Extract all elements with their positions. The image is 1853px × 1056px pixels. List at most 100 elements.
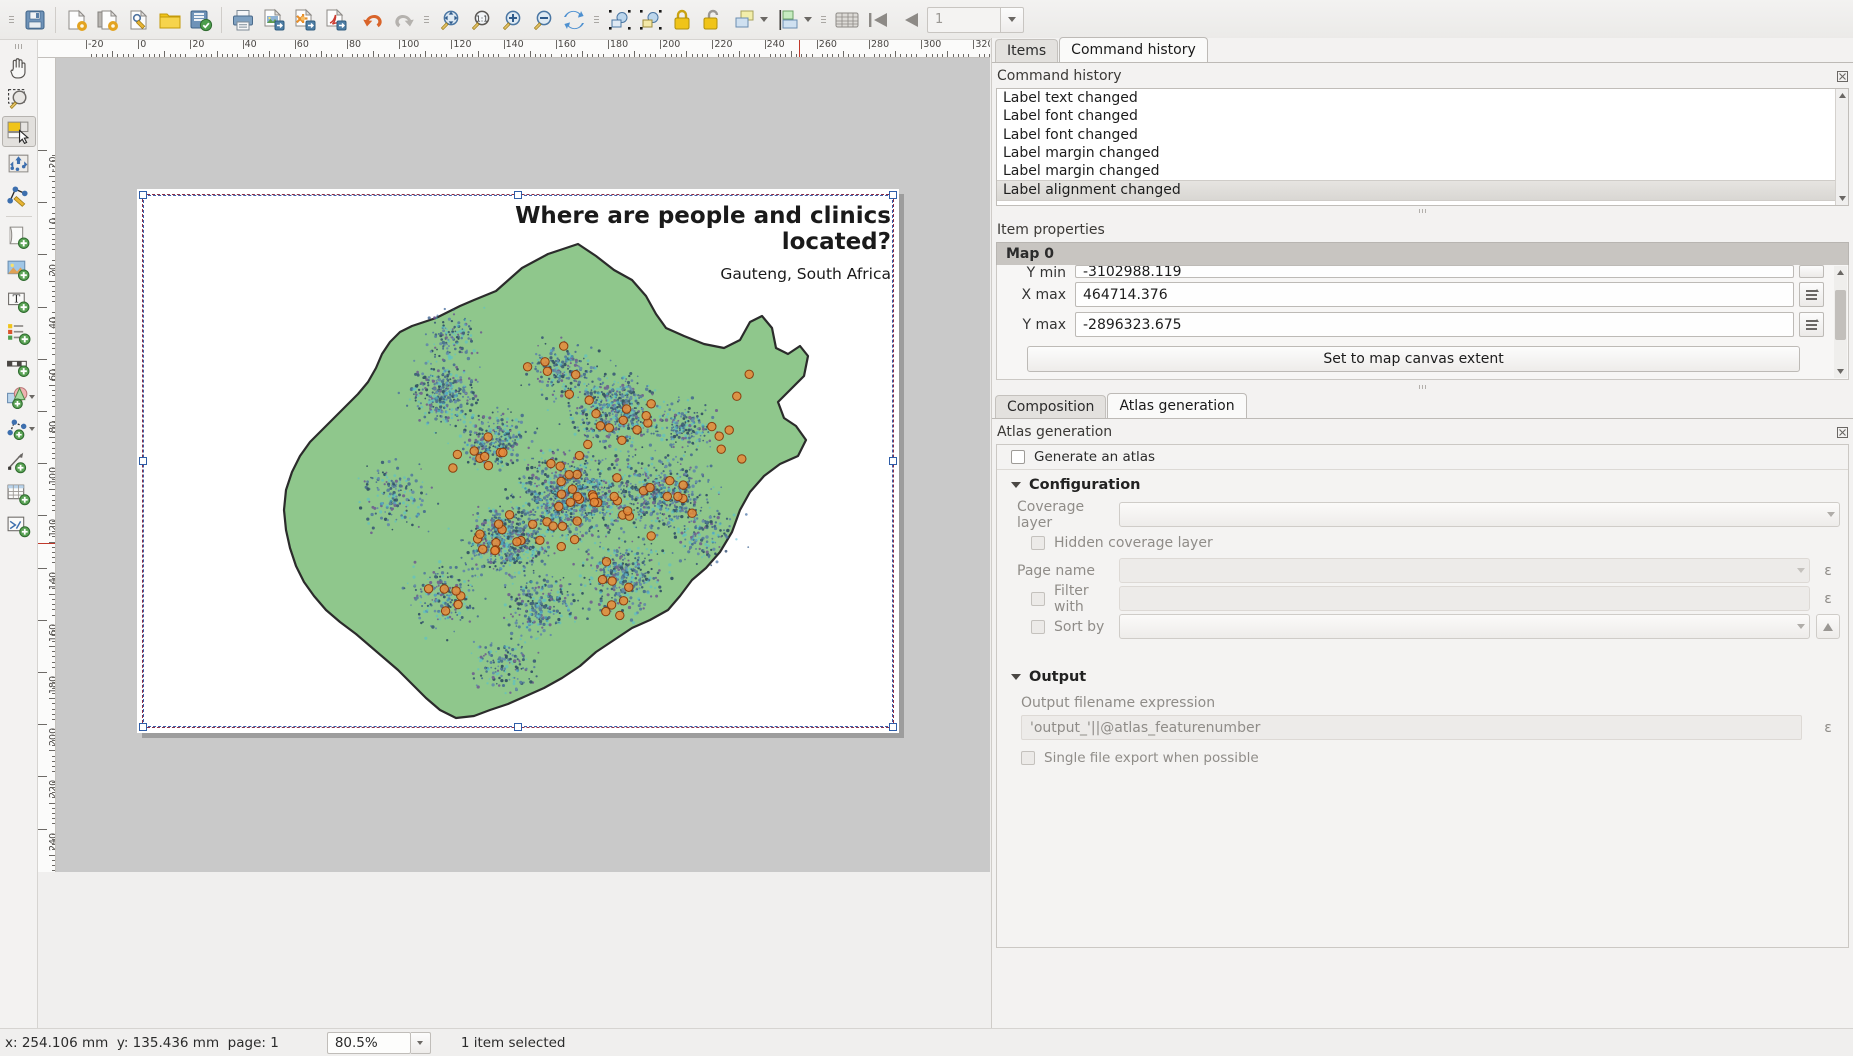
- zoom-tool-icon[interactable]: [2, 84, 36, 115]
- resize-handle-top-right[interactable]: [889, 191, 897, 199]
- output-header-row[interactable]: Output: [997, 662, 1848, 692]
- ymin-input[interactable]: -3102988.119: [1075, 265, 1794, 278]
- tab-command-history[interactable]: Command history: [1059, 37, 1208, 62]
- ymin-row[interactable]: Y min -3102988.119: [1005, 265, 1824, 278]
- xmax-input[interactable]: 464714.376: [1075, 282, 1794, 307]
- output-filename-expression-input[interactable]: 'output_'||@atlas_featurenumber: [1021, 715, 1802, 740]
- left-toolbar-grip[interactable]: [8, 42, 30, 51]
- page-number-value[interactable]: 1: [927, 6, 1000, 33]
- resize-handle-top-left[interactable]: [139, 191, 147, 199]
- edit-nodes-icon[interactable]: [2, 180, 36, 211]
- resize-handle-bottom-right[interactable]: [889, 723, 897, 731]
- pages-icon[interactable]: [831, 4, 862, 35]
- chevron-down-icon-coverage[interactable]: [1827, 512, 1835, 517]
- props-scroll-down-icon[interactable]: [1834, 365, 1847, 378]
- composer-manager-icon[interactable]: [123, 4, 154, 35]
- generate-atlas-row[interactable]: Generate an atlas: [997, 445, 1848, 469]
- filter-with-label-group[interactable]: Filter with: [1007, 583, 1119, 615]
- panel-splitter-1[interactable]: [992, 206, 1853, 216]
- sort-by-checkbox[interactable]: [1031, 619, 1045, 634]
- export-image-icon[interactable]: [258, 4, 289, 35]
- refresh-view-icon[interactable]: [558, 4, 589, 35]
- group-items-icon[interactable]: [604, 4, 635, 35]
- add-legend-icon[interactable]: [2, 318, 36, 349]
- ungroup-items-icon[interactable]: [635, 4, 666, 35]
- chevron-down-icon-2[interactable]: [803, 17, 812, 22]
- add-page-icon[interactable]: [2, 222, 36, 253]
- command-history-item[interactable]: Label margin changed: [997, 162, 1848, 180]
- ymin-data-defined-button[interactable]: [1799, 265, 1824, 278]
- resize-handle-bottom-left[interactable]: [139, 723, 147, 731]
- toolbar-grip-2[interactable]: [422, 9, 431, 31]
- zoom-level-combobox[interactable]: 80.5%: [279, 1031, 431, 1054]
- new-composer-icon[interactable]: [61, 4, 92, 35]
- output-filename-expression-icon[interactable]: ε: [1816, 715, 1840, 740]
- resize-handle-mid-right[interactable]: [889, 457, 897, 465]
- previous-page-icon[interactable]: [893, 4, 924, 35]
- scroll-down-icon[interactable]: [1836, 192, 1848, 205]
- close-icon-command-history[interactable]: [1836, 70, 1848, 82]
- chevron-down-icon[interactable]: [759, 17, 768, 22]
- add-label-icon[interactable]: T: [2, 286, 36, 317]
- resize-handle-top-center[interactable]: [514, 191, 522, 199]
- sort-by-combo[interactable]: [1119, 614, 1810, 639]
- sort-by-label-group[interactable]: Sort by: [1007, 619, 1119, 635]
- coverage-layer-row[interactable]: Coverage layer: [1007, 499, 1840, 531]
- zoom-level-dropdown-arrow[interactable]: [410, 1031, 431, 1054]
- toolbar-grip-3[interactable]: [592, 9, 601, 31]
- command-history-item[interactable]: Label font changed: [997, 126, 1848, 144]
- collapse-triangle-icon-config[interactable]: [1011, 482, 1021, 488]
- close-icon-atlas[interactable]: [1836, 426, 1848, 438]
- save-project-icon[interactable]: [19, 4, 50, 35]
- align-items-icon[interactable]: [772, 4, 816, 35]
- duplicate-composer-icon[interactable]: [92, 4, 123, 35]
- tab-items[interactable]: Items: [995, 39, 1059, 62]
- first-page-icon[interactable]: [862, 4, 893, 35]
- load-template-icon[interactable]: [154, 4, 185, 35]
- select-move-item-icon[interactable]: [1, 116, 36, 147]
- redo-icon[interactable]: [388, 4, 419, 35]
- zoom-full-icon[interactable]: [434, 4, 465, 35]
- add-node-item-icon[interactable]: [0, 414, 38, 445]
- command-history-item[interactable]: Label font changed: [997, 107, 1848, 125]
- export-svg-icon[interactable]: [289, 4, 320, 35]
- zoom-in-icon[interactable]: [496, 4, 527, 35]
- add-image-icon[interactable]: [2, 254, 36, 285]
- chevron-down-icon-shape[interactable]: [28, 395, 35, 399]
- lock-items-icon[interactable]: [666, 4, 697, 35]
- move-item-content-icon[interactable]: [2, 148, 36, 179]
- zoom-level-value[interactable]: 80.5%: [326, 1031, 411, 1054]
- export-pdf-icon[interactable]: [320, 4, 351, 35]
- ymax-row[interactable]: Y max -2896323.675: [1005, 311, 1824, 338]
- panel-splitter-2[interactable]: [992, 382, 1853, 392]
- filter-with-checkbox[interactable]: [1031, 591, 1045, 606]
- composer-page[interactable]: Where are people and clinics located? Ga…: [137, 189, 899, 733]
- generate-atlas-checkbox[interactable]: [1011, 450, 1025, 464]
- page-number-dropdown-arrow[interactable]: [1000, 6, 1024, 33]
- collapse-triangle-icon-output[interactable]: [1011, 674, 1021, 680]
- pan-tool-icon[interactable]: [2, 52, 36, 83]
- zoom-out-icon[interactable]: [527, 4, 558, 35]
- configuration-header-row[interactable]: Configuration: [997, 470, 1848, 500]
- chevron-down-icon-node[interactable]: [28, 427, 35, 431]
- unlock-items-icon[interactable]: [697, 4, 728, 35]
- toolbar-grip[interactable]: [7, 9, 16, 31]
- command-history-item[interactable]: Label alignment changed: [997, 180, 1848, 201]
- chevron-down-icon-sortby[interactable]: [1797, 624, 1805, 629]
- set-to-map-canvas-extent-button[interactable]: Set to map canvas extent: [1027, 346, 1800, 372]
- single-file-export-row[interactable]: Single file export when possible: [997, 746, 1848, 770]
- command-history-item[interactable]: Label text changed: [997, 89, 1848, 107]
- output-filename-expression-row[interactable]: 'output_'||@atlas_featurenumber ε: [997, 715, 1848, 740]
- coverage-layer-combo[interactable]: [1119, 502, 1840, 527]
- props-scroll-thumb[interactable]: [1835, 290, 1846, 340]
- single-file-export-checkbox[interactable]: [1021, 751, 1035, 765]
- add-attribute-table-icon[interactable]: [2, 478, 36, 509]
- chevron-down-icon-pagename[interactable]: [1797, 568, 1805, 573]
- zoom-actual-icon[interactable]: 1:1: [465, 4, 496, 35]
- hidden-coverage-layer-row[interactable]: Hidden coverage layer: [1007, 529, 1840, 556]
- hidden-coverage-layer-label-group[interactable]: Hidden coverage layer: [1007, 535, 1213, 551]
- undo-icon[interactable]: [357, 4, 388, 35]
- page-name-expression-icon[interactable]: ε: [1816, 558, 1840, 583]
- command-history-list[interactable]: Label text changed Label font changed Labe…: [996, 88, 1849, 206]
- page-name-combo[interactable]: [1119, 558, 1810, 583]
